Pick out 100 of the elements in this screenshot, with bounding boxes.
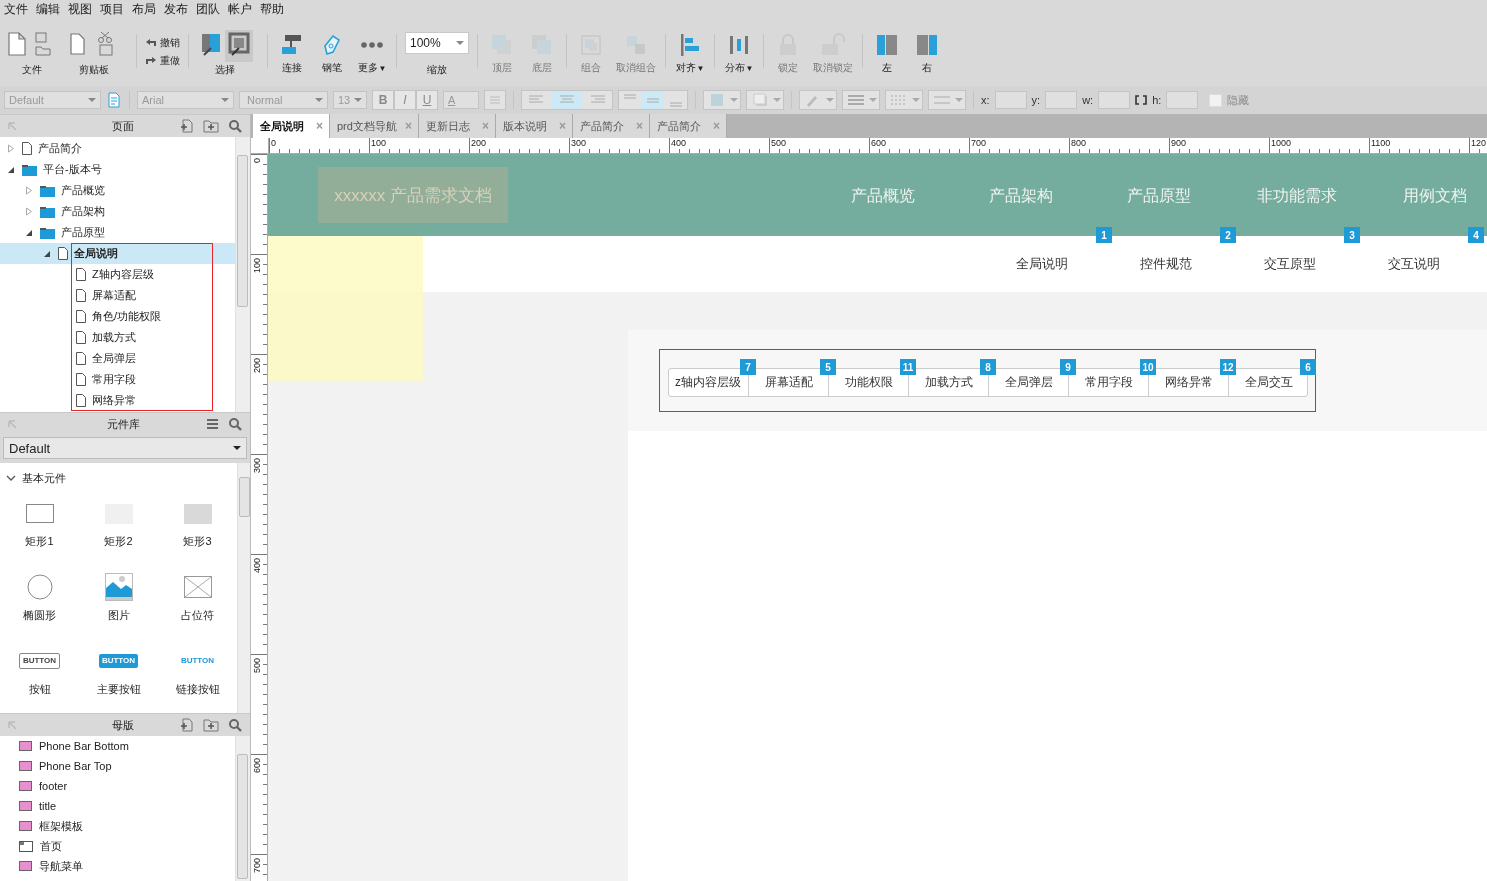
- toolbar-button[interactable]: 左: [871, 30, 903, 74]
- add-master-icon[interactable]: [180, 718, 194, 732]
- subnav-link[interactable]: 控件规范: [1104, 254, 1228, 274]
- master-item[interactable]: 框架模板: [0, 816, 235, 836]
- search-icon[interactable]: [228, 417, 242, 431]
- scrollbar[interactable]: [235, 736, 250, 881]
- tree-item[interactable]: 加载方式: [0, 327, 235, 348]
- toolbar-button[interactable]: 右: [911, 30, 943, 74]
- menu-item[interactable]: 布局: [130, 0, 162, 18]
- tree-item[interactable]: 全局弹层: [0, 348, 235, 369]
- master-item[interactable]: Phone Bar Bottom: [0, 736, 235, 756]
- widget-item[interactable]: 占位符: [158, 564, 237, 638]
- tree-item[interactable]: 屏幕适配: [0, 285, 235, 306]
- tree-toggle-icon[interactable]: [7, 165, 15, 174]
- master-item[interactable]: title: [0, 796, 235, 816]
- toolbar-button[interactable]: 撤销: [145, 36, 180, 50]
- menu-icon[interactable]: [206, 418, 219, 430]
- scrollbar[interactable]: [235, 137, 250, 412]
- toolbar-button[interactable]: 钢笔: [316, 30, 348, 75]
- tree-toggle-icon[interactable]: [25, 228, 33, 237]
- add-page-icon[interactable]: [180, 119, 194, 133]
- document-tab[interactable]: prd文档导航 ×: [330, 114, 419, 138]
- toolbar-button[interactable]: [225, 30, 253, 62]
- add-folder-icon[interactable]: [203, 119, 219, 133]
- number-badge: 8: [980, 359, 996, 375]
- ruler-label: 100: [371, 138, 387, 149]
- menu-item[interactable]: 帮助: [258, 0, 290, 18]
- menu-item[interactable]: 文件: [2, 0, 34, 18]
- tree-item[interactable]: 全局说明: [0, 243, 235, 264]
- tree-item[interactable]: 网络异常: [0, 390, 235, 411]
- collapse-arrow-icon[interactable]: [8, 121, 17, 131]
- height-field[interactable]: [1166, 91, 1199, 109]
- toolbar-button[interactable]: 连接: [276, 30, 308, 75]
- toolbar-button[interactable]: 重做: [145, 54, 180, 68]
- tree-item[interactable]: 产品简介: [0, 138, 235, 159]
- toolbar-label: 剪贴板: [79, 63, 109, 76]
- toolbar-button[interactable]: 分布▼: [723, 30, 755, 75]
- widget-item[interactable]: BUTTON 按钮: [0, 638, 79, 712]
- document-tab[interactable]: 全局说明 ×: [253, 114, 330, 138]
- widget-item[interactable]: 矩形3: [158, 490, 237, 564]
- ruler-label: 600: [252, 758, 262, 774]
- menu-item[interactable]: 帐户: [226, 0, 258, 18]
- tree-toggle-icon[interactable]: [43, 249, 51, 258]
- subnav-link[interactable]: 全局说明: [980, 254, 1104, 274]
- widget-item[interactable]: BUTTON 主要按钮: [79, 638, 158, 712]
- library-dropdown[interactable]: Default: [3, 437, 247, 459]
- toolbar-button[interactable]: 更多▼: [356, 30, 388, 75]
- collapse-arrow-icon[interactable]: [8, 720, 17, 730]
- widget-item[interactable]: BUTTON 链接按钮: [158, 638, 237, 712]
- document-tab[interactable]: 产品简介 ×: [649, 114, 727, 138]
- subnav-link[interactable]: 交互原型: [1228, 254, 1352, 274]
- widget-item[interactable]: 图片: [79, 564, 158, 638]
- search-icon[interactable]: [228, 718, 242, 732]
- tree-item[interactable]: 产品原型: [0, 222, 235, 243]
- image-icon: [103, 572, 134, 602]
- section-header[interactable]: 基本元件: [0, 463, 237, 490]
- widget-item[interactable]: 椭圆形: [0, 564, 79, 638]
- add-folder-icon[interactable]: [203, 718, 219, 732]
- tree-item[interactable]: 常用字段: [0, 369, 235, 390]
- tree-toggle-icon[interactable]: [7, 144, 15, 153]
- widget-item[interactable]: 矩形2: [79, 490, 158, 564]
- toolbar-button[interactable]: 对齐▼: [674, 30, 706, 75]
- widget-item[interactable]: 矩形1: [0, 490, 79, 564]
- document-tab[interactable]: 产品简介 ×: [572, 114, 650, 138]
- menu-item[interactable]: 发布: [162, 0, 194, 18]
- master-item[interactable]: 首页: [0, 836, 235, 856]
- tree-item[interactable]: Z轴内容层级: [0, 264, 235, 285]
- aspect-lock-icon: [1135, 95, 1148, 105]
- document-tab[interactable]: 更新日志 ×: [418, 114, 496, 138]
- ruler-label: 500: [771, 138, 787, 149]
- redo-arrow-icon: [145, 56, 157, 66]
- hidden-checkbox[interactable]: [1209, 93, 1223, 107]
- ruler-label: 300: [571, 138, 587, 149]
- folder-icon: [22, 163, 37, 176]
- page-icon: [76, 289, 86, 302]
- document-tab[interactable]: 版本说明 ×: [495, 114, 573, 138]
- tree-toggle-icon[interactable]: [25, 207, 33, 216]
- scrollbar[interactable]: [237, 463, 250, 713]
- tree-item[interactable]: 平台-版本号: [0, 159, 235, 180]
- tree-item[interactable]: 产品架构: [0, 201, 235, 222]
- tree-toggle-icon[interactable]: [25, 186, 33, 195]
- tree-item[interactable]: 角色/功能权限: [0, 306, 235, 327]
- search-icon[interactable]: [228, 119, 242, 133]
- menu-item[interactable]: 编辑: [34, 0, 66, 18]
- x-field[interactable]: [994, 91, 1027, 109]
- master-item[interactable]: Phone Bar Top: [0, 756, 235, 776]
- subnav-link[interactable]: 交互说明: [1352, 254, 1476, 274]
- menu-item[interactable]: 视图: [66, 0, 98, 18]
- page-icon: [76, 331, 86, 344]
- zoom-dropdown[interactable]: 100%: [405, 32, 469, 54]
- tree-item[interactable]: 产品概览: [0, 180, 235, 201]
- master-item[interactable]: footer: [0, 776, 235, 796]
- width-field[interactable]: [1098, 91, 1131, 109]
- page-icon: [22, 142, 32, 155]
- menu-item[interactable]: 团队: [194, 0, 226, 18]
- master-item[interactable]: 导航菜单: [0, 856, 235, 876]
- collapse-arrow-icon[interactable]: [8, 419, 17, 429]
- document-title: xxxxxx 产品需求文档: [318, 167, 508, 223]
- menu-item[interactable]: 项目: [98, 0, 130, 18]
- y-field[interactable]: [1045, 91, 1078, 109]
